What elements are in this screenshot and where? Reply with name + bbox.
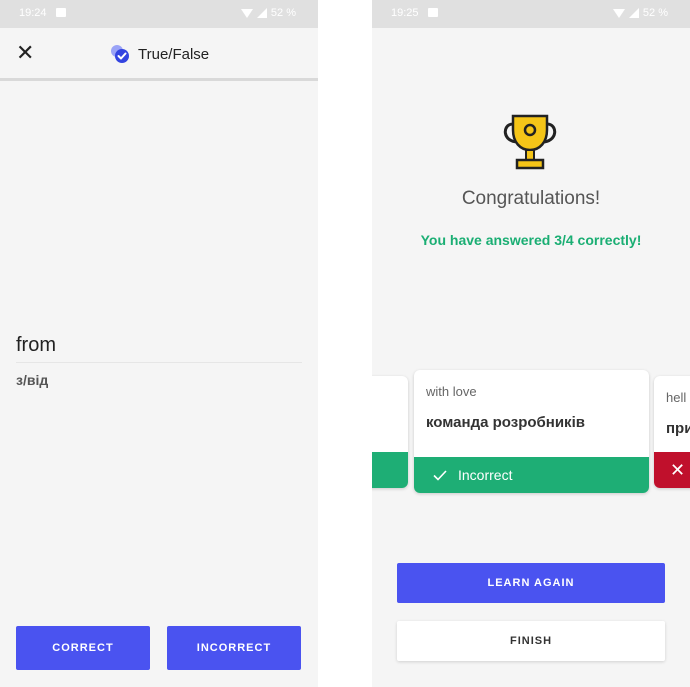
result-bar (372, 452, 408, 488)
true-false-mode-icon (111, 45, 129, 63)
result-bar: Incorrect (414, 457, 649, 493)
signal-icon (628, 8, 639, 18)
result-card-previous (372, 376, 408, 488)
battery-percentage: 52 % (270, 7, 296, 19)
result-card-next: hell при ✕ (654, 376, 690, 488)
incorrect-button[interactable]: INCORRECT (167, 626, 301, 670)
close-icon: ✕ (670, 459, 686, 480)
app-bar-title-group: True/False (110, 44, 209, 64)
finish-button[interactable]: FINISH (397, 621, 665, 661)
image-notification-icon (428, 8, 438, 17)
card-translation: при (666, 420, 690, 437)
trophy-icon (503, 114, 557, 170)
system-icons: 52 % (612, 7, 668, 19)
app-bar: ✕ True/False (0, 28, 318, 81)
result-card: with love команда розробників Incorrect (414, 370, 649, 493)
system-icons: 52 % (240, 7, 296, 19)
close-icon[interactable]: ✕ (16, 40, 34, 66)
card-translation: команда розробників (426, 414, 585, 431)
image-notification-icon (56, 8, 66, 17)
status-bar: 19:24 52 % (0, 0, 318, 28)
status-time: 19:25 (391, 7, 419, 19)
page-title: True/False (138, 45, 210, 63)
score-text: You have answered 3/4 correctly! (420, 232, 642, 248)
battery-percentage: 52 % (642, 7, 668, 19)
wifi-icon (240, 8, 253, 18)
question-word: from (16, 334, 56, 356)
results-screen: 19:25 52 % Congratulations! You have ans… (372, 0, 690, 687)
correct-button[interactable]: CORRECT (16, 626, 150, 670)
status-time: 19:24 (19, 7, 47, 19)
card-word: hell (666, 390, 687, 405)
status-bar: 19:25 52 % (372, 0, 690, 28)
signal-icon (256, 8, 267, 18)
learn-again-button[interactable]: LEARN AGAIN (397, 563, 665, 603)
wifi-icon (612, 8, 625, 18)
true-false-screen: 19:24 52 % ✕ True/False from з/від CORRE… (0, 0, 318, 687)
question-translation: з/від (16, 372, 49, 388)
result-bar: ✕ (654, 452, 690, 488)
congratulations-heading: Congratulations! (461, 188, 601, 209)
check-icon (433, 470, 447, 481)
word-divider (16, 362, 302, 363)
result-label: Incorrect (458, 467, 513, 483)
card-word: with love (426, 384, 477, 399)
